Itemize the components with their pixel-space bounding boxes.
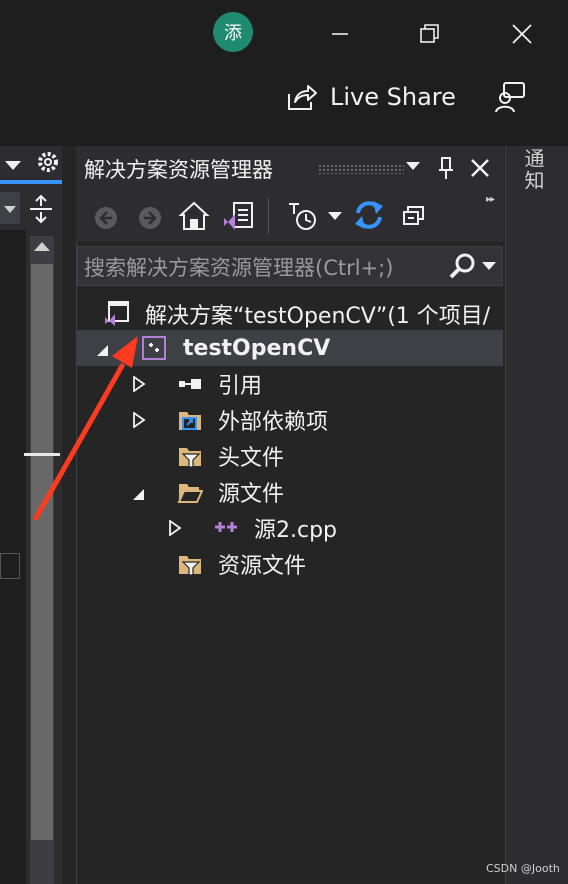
close-icon <box>512 24 532 44</box>
cpp-file-icon <box>215 522 237 532</box>
pin-icon[interactable] <box>436 156 456 180</box>
collapsed-triangle-icon[interactable] <box>131 376 147 392</box>
restore-button[interactable] <box>408 14 452 54</box>
back-icon[interactable] <box>94 206 118 230</box>
toolbar-separator <box>268 198 269 234</box>
toolbar-overflow-icon[interactable]: ▸▸ <box>486 194 495 205</box>
forward-icon[interactable] <box>138 206 162 230</box>
live-share-button[interactable]: Live Share <box>286 80 456 114</box>
split-view-icon[interactable] <box>26 192 56 226</box>
scrollbar-thumb[interactable] <box>31 264 53 840</box>
feedback-icon[interactable] <box>494 80 528 114</box>
live-share-label: Live Share <box>330 83 456 111</box>
tree-item-label: 资源文件 <box>218 554 307 579</box>
cpp-project-icon <box>142 336 166 360</box>
tree-item-project[interactable]: testOpenCV <box>77 330 503 366</box>
solution-icon <box>105 301 129 326</box>
references-icon <box>179 379 201 389</box>
tree-item-label: 头文件 <box>218 446 285 471</box>
editor-line-box <box>0 553 20 579</box>
tree-item-label: 引用 <box>218 374 263 399</box>
tree-item-cpp-file[interactable]: 源2.cpp <box>77 510 503 546</box>
chevron-down-icon <box>4 206 16 213</box>
tree-item-label: testOpenCV <box>183 335 331 361</box>
scroll-position-marker <box>24 453 60 456</box>
minimize-icon <box>332 33 348 35</box>
share-icon <box>288 85 317 110</box>
scroll-up-icon[interactable] <box>34 240 50 252</box>
command-bar <box>0 68 568 146</box>
notifications-tab[interactable]: 通知 <box>518 148 548 192</box>
title-bar <box>0 0 568 68</box>
sync-icon[interactable] <box>352 198 386 232</box>
search-icon[interactable] <box>448 252 476 280</box>
tree-item-label: 源2.cpp <box>254 518 338 543</box>
filter-folder-icon <box>179 448 201 468</box>
tree-item-label: 源文件 <box>218 482 285 507</box>
gear-icon[interactable] <box>36 150 60 174</box>
minimize-button[interactable] <box>318 14 362 54</box>
tree-item-header-files[interactable]: 头文件 <box>77 438 503 474</box>
expanded-triangle-icon[interactable] <box>95 342 111 358</box>
folder-link-icon <box>179 412 201 430</box>
tree-item-external-dependencies[interactable]: 外部依赖项 <box>77 402 503 438</box>
tree-item-solution[interactable]: 解决方案“testOpenCV”(1 个项目/ <box>77 296 503 332</box>
filter-folder-icon <box>179 556 201 576</box>
tree-item-label: 解决方案“testOpenCV”(1 个项目/ <box>145 304 491 329</box>
watermark: CSDN @Jooth <box>486 862 560 875</box>
close-window-button[interactable] <box>500 14 544 54</box>
tree-item-resource-files[interactable]: 资源文件 <box>77 546 503 582</box>
solution-explorer-title: 解决方案资源管理器 <box>84 158 273 182</box>
pending-changes-filter-icon[interactable] <box>286 200 320 232</box>
dropdown-arrow-icon[interactable] <box>4 158 22 172</box>
search-options-dropdown-icon[interactable] <box>482 260 496 272</box>
collapse-all-icon[interactable] <box>400 202 428 230</box>
collapsed-triangle-icon[interactable] <box>167 520 183 536</box>
filter-dropdown-icon[interactable] <box>328 210 342 222</box>
drag-grip[interactable] <box>318 164 404 174</box>
switch-views-icon[interactable] <box>222 200 256 232</box>
active-tab-indicator <box>0 180 62 184</box>
user-avatar[interactable]: 添 <box>213 12 253 52</box>
window-menu-dropdown-icon[interactable] <box>406 160 420 172</box>
collapsed-triangle-icon[interactable] <box>131 412 147 428</box>
notifications-tab-strip <box>506 146 568 884</box>
tree-item-label: 外部依赖项 <box>218 410 329 435</box>
open-folder-icon <box>177 484 203 503</box>
expanded-triangle-icon[interactable] <box>131 486 147 502</box>
home-icon[interactable] <box>178 200 210 232</box>
restore-icon <box>420 24 439 43</box>
close-panel-icon[interactable] <box>470 158 490 178</box>
search-input[interactable] <box>84 254 434 282</box>
tree-item-references[interactable]: 引用 <box>77 366 503 402</box>
tree-item-source-files[interactable]: 源文件 <box>77 474 503 510</box>
